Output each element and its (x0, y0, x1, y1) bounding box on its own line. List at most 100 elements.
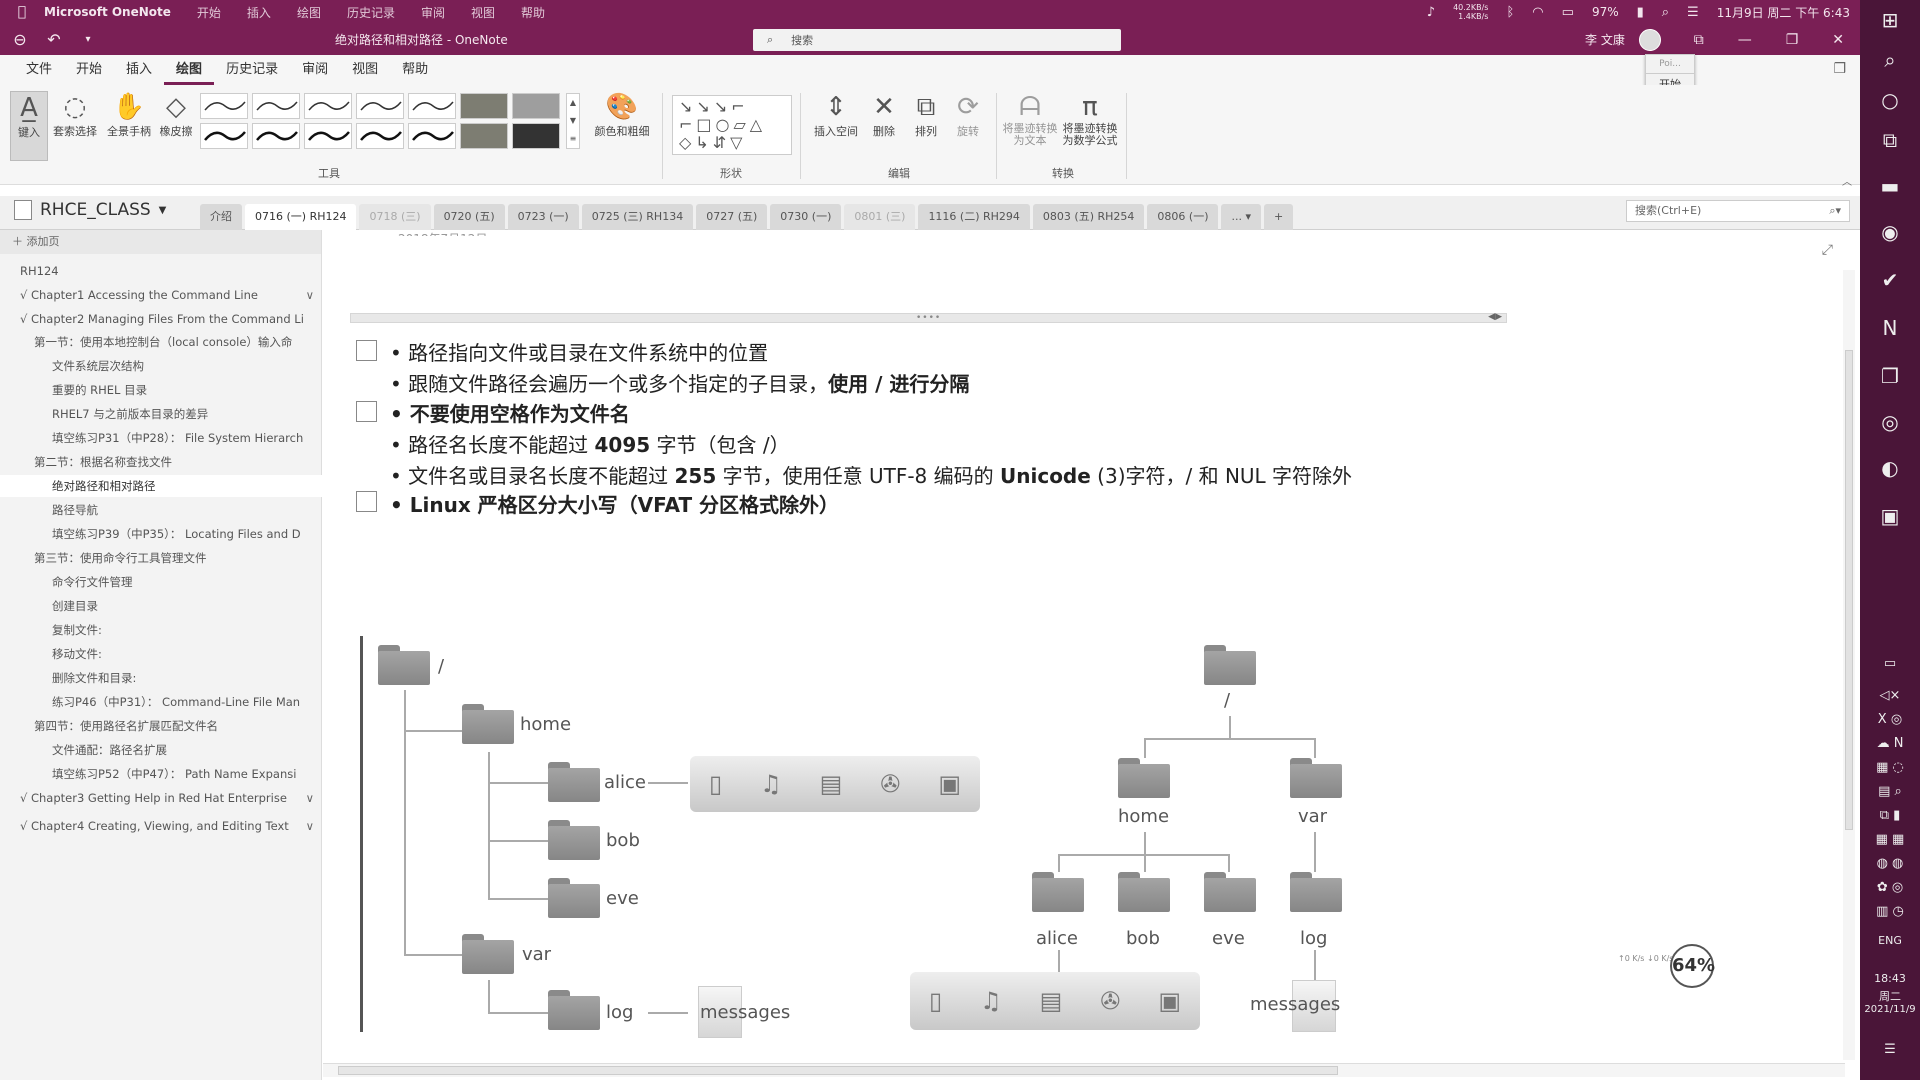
apple-icon[interactable]:  (0, 4, 44, 20)
bluetooth-icon[interactable]: ᛒ (1506, 5, 1514, 20)
mac-menu-review[interactable]: 审阅 (421, 4, 445, 21)
browser-icon[interactable]: ◉ (1860, 220, 1920, 244)
pen-7[interactable] (252, 123, 300, 149)
highlighter-1[interactable] (460, 93, 508, 119)
expand-icon[interactable]: ⤢ (1822, 242, 1833, 258)
tab-review[interactable]: 审阅 (290, 55, 340, 85)
page-item[interactable]: 练习P46（中P31）： Command-Line File Man (0, 691, 322, 713)
mac-menu-history[interactable]: 历史记录 (347, 4, 395, 21)
cloud-icon[interactable]: ☁ N (1860, 736, 1920, 751)
section-tab[interactable]: 0727 (五) (696, 204, 768, 230)
page-item[interactable]: 第一节：使用本地控制台（local console）输入命 (0, 331, 322, 353)
arrange-button[interactable]: ⧉ 排列 (906, 91, 946, 161)
todo-checkbox[interactable] (356, 340, 377, 361)
ink-to-math-button[interactable]: π 将墨迹转换为数学公式 (1060, 91, 1120, 165)
display-icon[interactable]: ▭ (1562, 5, 1574, 20)
vertical-scrollbar[interactable] (1843, 270, 1855, 1060)
page-item[interactable]: 文件通配：路径名扩展 (0, 739, 322, 761)
file-tray-icon[interactable]: ▤ ⌕ (1860, 784, 1920, 799)
page-item[interactable]: 移动文件: (0, 643, 322, 665)
highlighter-3[interactable] (460, 123, 508, 149)
highlighter-4[interactable] (512, 123, 560, 149)
chrome-icon[interactable]: ◎ (1860, 410, 1920, 434)
mac-menu-start[interactable]: 开始 (197, 4, 221, 21)
tab-history[interactable]: 历史记录 (214, 55, 290, 85)
note-container-handle[interactable]: •••• ◀▶ (350, 312, 1507, 323)
app-icon[interactable]: ◐ (1860, 456, 1920, 480)
section-tab[interactable]: 0723 (一) (507, 204, 579, 230)
zoom-indicator[interactable]: 64% (1670, 944, 1715, 988)
page-item[interactable]: 填空练习P39（中P35）： Locating Files and D (0, 523, 322, 545)
pen-3[interactable] (304, 93, 352, 119)
chevron-down-icon[interactable]: ∨ (306, 787, 314, 809)
tab-view[interactable]: 视图 (340, 55, 390, 85)
page-item[interactable]: 填空练习P52（中P47）： Path Name Expansi (0, 763, 322, 785)
horizontal-scrollbar[interactable] (323, 1063, 1845, 1077)
section-tab[interactable]: 0730 (一) (770, 204, 842, 230)
color-thickness-button[interactable]: 🎨 颜色和粗细 (590, 91, 654, 161)
page-item[interactable]: 填空练习P31（中P28）： File System Hierarch (0, 427, 322, 449)
pen-gallery-scroll[interactable]: ▲ ▼ ≡ (566, 93, 580, 149)
wifi-icon[interactable]: ◠ (1532, 5, 1543, 20)
control-center-icon[interactable]: ☰ (1687, 5, 1699, 20)
search-icon[interactable]: ⌕ (1662, 5, 1669, 20)
restore-icon[interactable]: ❐ (1786, 32, 1799, 48)
mac-menu-insert[interactable]: 插入 (247, 4, 271, 21)
pen-1[interactable] (200, 93, 248, 119)
section-tab[interactable]: 0718 (三) (359, 204, 431, 230)
section-tab[interactable]: 0725 (三) RH134 (581, 204, 694, 230)
clock[interactable]: 11月9日 周二 下午 6:43 (1717, 4, 1850, 21)
tab-file[interactable]: 文件 (14, 55, 64, 85)
battery-icon[interactable]: ▭ (1860, 656, 1920, 671)
pan-button[interactable]: ✋ 全景手柄 (104, 91, 154, 161)
grid-icon[interactable]: ⊞ (1860, 8, 1920, 32)
chevron-down-icon[interactable]: ∨ (306, 815, 314, 837)
collapse-ribbon-icon[interactable]: ︿ (1842, 173, 1852, 188)
shield-icon[interactable]: ◍ ◍ (1860, 856, 1920, 871)
todo-checkbox[interactable] (356, 491, 377, 512)
avatar[interactable] (1639, 29, 1661, 51)
rotate-button[interactable]: ⟳ 旋转 (948, 91, 988, 161)
user-name[interactable]: 李 文康 (1585, 31, 1625, 48)
page-item[interactable]: 重要的 RHEL 目录 (0, 379, 322, 401)
page-item-selected[interactable]: 绝对路径和相对路径 (0, 475, 322, 497)
notebook-panel-icon[interactable]: ❒ (1833, 61, 1846, 77)
section-tab[interactable]: 0806 (一) (1147, 204, 1219, 230)
mac-menu-draw[interactable]: 绘图 (297, 4, 321, 21)
notebook-selector[interactable]: RHCE_CLASS ▼ (14, 200, 166, 220)
dock-time[interactable]: 18:43 (1860, 972, 1920, 985)
ink-to-text-button[interactable]: ᗩ 将墨迹转换为文本 (1002, 91, 1058, 165)
add-section-button[interactable]: + (1264, 204, 1294, 230)
gear-icon[interactable]: ✿ ◎ (1860, 880, 1920, 895)
battery-icon[interactable]: ▮ (1637, 5, 1644, 20)
section-tab[interactable]: 0801 (三) (844, 204, 916, 230)
tab-draw[interactable]: 绘图 (164, 55, 215, 85)
task-view-icon[interactable]: ⧉ (1860, 128, 1920, 152)
add-page-button[interactable]: ＋ 添加页 (0, 230, 321, 254)
pen-9[interactable] (356, 123, 404, 149)
delete-button[interactable]: ✕ 删除 (866, 91, 902, 161)
section-tab[interactable]: 1116 (二) RH294 (918, 204, 1030, 230)
todo-checkbox[interactable] (356, 401, 377, 422)
drag-handle-icon[interactable]: •••• (916, 313, 941, 323)
notification-icon[interactable]: ☰ (1860, 1042, 1920, 1057)
section-tab[interactable]: 0803 (五) RH254 (1032, 204, 1145, 230)
folder-icon[interactable]: ▬ (1860, 174, 1920, 198)
mac-menu-view[interactable]: 视图 (471, 4, 495, 21)
copy-tray-icon[interactable]: ⧉ ▮ (1860, 808, 1920, 823)
pen-10[interactable] (408, 123, 456, 149)
page-item[interactable]: 文件系统层次结构 (0, 355, 322, 377)
onenote-icon[interactable]: N (1860, 316, 1920, 340)
tab-home[interactable]: 开始 (64, 55, 114, 85)
close-icon[interactable]: ✕ (1832, 32, 1844, 48)
mac-menu-help[interactable]: 帮助 (521, 4, 545, 21)
pen-8[interactable] (304, 123, 352, 149)
bullet-line[interactable]: • 文件名或目录名长度不能超过 255 字节，使用任意 UTF-8 编码的 Un… (390, 460, 1352, 489)
page-item[interactable]: √ Chapter1 Accessing the Command Line ∨ (0, 284, 322, 306)
section-tab[interactable]: 0716 (一) RH124 (245, 204, 357, 230)
pen-4[interactable] (356, 93, 404, 119)
page-item[interactable]: 第四节：使用路径名扩展匹配文件名 (0, 715, 322, 737)
fullscreen-icon[interactable]: ⧉ (1694, 32, 1704, 48)
section-tab[interactable]: 介绍 (200, 204, 242, 230)
app-tray-icon[interactable]: ▦ ◌ (1860, 760, 1920, 775)
